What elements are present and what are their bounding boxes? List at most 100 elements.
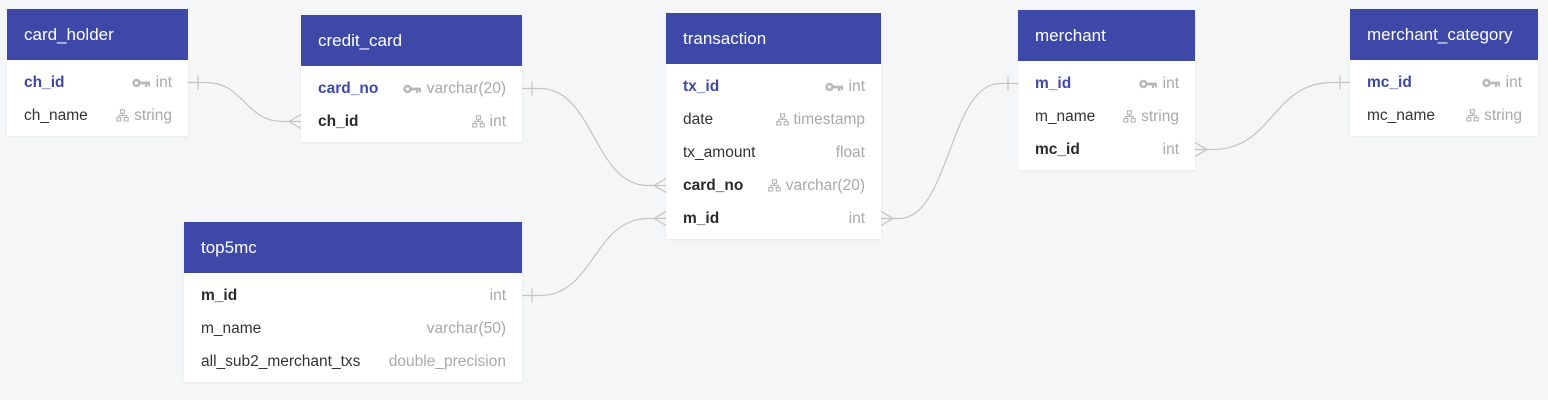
column-type: int — [824, 78, 865, 96]
column-name: ch_id — [318, 112, 359, 130]
key-icon — [1138, 78, 1158, 90]
column-row[interactable]: m_name string — [1018, 100, 1195, 133]
column-row[interactable]: ch_id int — [301, 105, 522, 138]
column-type-text: int — [489, 112, 506, 130]
index-icon — [775, 113, 789, 126]
column-type: int — [1163, 141, 1179, 159]
column-type-text: int — [848, 77, 865, 95]
table-header[interactable]: credit_card — [301, 15, 522, 66]
table-title: merchant_category — [1367, 24, 1513, 44]
column-name: m_name — [201, 319, 262, 337]
column-name: m_id — [683, 209, 720, 227]
column-type-text: int — [1162, 74, 1179, 92]
column-row[interactable]: date timestamp — [666, 103, 881, 136]
column-name: card_no — [683, 176, 744, 194]
column-type: double_precision — [389, 353, 506, 371]
column-name: mc_name — [1367, 106, 1436, 124]
column-name: ch_name — [24, 106, 88, 124]
relationship-link[interactable] — [522, 210, 667, 303]
column-type: varchar(20) — [768, 177, 865, 195]
column-type-text: varchar(50) — [426, 319, 506, 337]
column-type-text: double_precision — [388, 352, 506, 370]
index-icon — [471, 115, 485, 128]
relationship-link[interactable] — [1194, 75, 1350, 158]
table-title: card_holder — [24, 24, 114, 44]
table-header[interactable]: card_holder — [7, 9, 188, 60]
table-merchant-category[interactable]: merchant_category mc_id int mc_name string — [1350, 9, 1538, 136]
column-row[interactable]: card_no varchar(20) — [301, 72, 522, 105]
column-name: date — [683, 110, 714, 128]
column-name: m_id — [201, 286, 238, 304]
table-transaction[interactable]: transaction tx_id int date timestamp tx_amoun… — [666, 13, 881, 239]
column-row[interactable]: mc_id int — [1018, 133, 1195, 166]
table-title: credit_card — [318, 30, 403, 50]
index-icon — [116, 109, 129, 122]
table-card-holder[interactable]: card_holder ch_id int ch_name string — [7, 9, 188, 136]
diagram-canvas[interactable]: card_holder ch_id int ch_name string credit_c… — [0, 0, 1548, 400]
column-name: tx_id — [683, 77, 720, 95]
column-type-text: int — [848, 209, 865, 227]
column-name: m_name — [1035, 107, 1096, 125]
column-name: m_id — [1035, 74, 1072, 92]
column-name: card_no — [318, 79, 379, 97]
column-row[interactable]: mc_id int — [1350, 66, 1538, 99]
table-header[interactable]: transaction — [666, 13, 881, 64]
column-row[interactable]: card_no varchar(20) — [666, 169, 881, 202]
column-type: string — [116, 107, 172, 125]
index-icon — [1466, 109, 1479, 122]
column-type-text: int — [1505, 73, 1522, 91]
column-type-text: float — [835, 143, 865, 161]
table-top5mc[interactable]: top5mc m_id int m_name varchar(50) all_sub2_m… — [184, 222, 522, 382]
column-type: int — [131, 74, 172, 92]
column-type-text: string — [1141, 107, 1179, 125]
column-row[interactable]: all_sub2_merchant_txs double_precision — [184, 345, 522, 378]
table-header[interactable]: merchant — [1018, 10, 1195, 61]
column-type: float — [836, 144, 865, 162]
column-type: varchar(20) — [402, 80, 506, 98]
column-name: ch_id — [24, 73, 65, 91]
column-type: timestamp — [775, 111, 865, 129]
table-title: top5mc — [201, 237, 257, 257]
column-type: int — [1481, 74, 1522, 92]
column-name: mc_id — [1367, 73, 1412, 91]
index-icon — [1123, 110, 1136, 123]
column-type: int — [471, 112, 506, 131]
table-header[interactable]: merchant_category — [1350, 9, 1538, 60]
column-type-text: string — [134, 106, 172, 124]
key-icon — [131, 77, 151, 89]
key-icon — [402, 83, 422, 95]
column-row[interactable]: mc_name string — [1350, 99, 1538, 132]
column-type-text: varchar(20) — [426, 79, 506, 97]
index-icon — [768, 179, 781, 192]
column-row[interactable]: m_id int — [184, 279, 522, 312]
relationship-link[interactable] — [188, 75, 302, 130]
column-row[interactable]: tx_amount float — [666, 136, 881, 169]
key-icon — [824, 81, 844, 93]
table-merchant[interactable]: merchant m_id int m_name string mc_id int — [1018, 10, 1195, 170]
column-row[interactable]: ch_id int — [7, 66, 188, 99]
table-title: transaction — [683, 28, 767, 48]
column-type: string — [1466, 107, 1522, 125]
column-type: int — [1138, 75, 1179, 93]
column-type-text: varchar(20) — [785, 176, 865, 194]
column-type-text: int — [489, 286, 506, 304]
column-type: varchar(50) — [427, 320, 506, 338]
column-row[interactable]: ch_name string — [7, 99, 188, 132]
key-icon — [1481, 77, 1501, 89]
column-row[interactable]: m_id int — [666, 202, 881, 235]
column-type-text: string — [1484, 106, 1522, 124]
column-type: int — [490, 287, 506, 305]
column-type: string — [1123, 108, 1179, 126]
column-name: tx_amount — [683, 143, 756, 161]
relationship-link[interactable] — [522, 81, 667, 194]
table-header[interactable]: top5mc — [184, 222, 522, 273]
table-title: merchant — [1035, 25, 1106, 45]
column-row[interactable]: m_id int — [1018, 67, 1195, 100]
relationship-link[interactable] — [880, 76, 1018, 227]
column-name: all_sub2_merchant_txs — [201, 352, 361, 370]
column-name: mc_id — [1035, 140, 1080, 158]
column-row[interactable]: m_name varchar(50) — [184, 312, 522, 345]
table-credit-card[interactable]: credit_card card_no varchar(20) ch_id int — [301, 15, 522, 142]
column-row[interactable]: tx_id int — [666, 70, 881, 103]
column-type-text: int — [1162, 140, 1179, 158]
